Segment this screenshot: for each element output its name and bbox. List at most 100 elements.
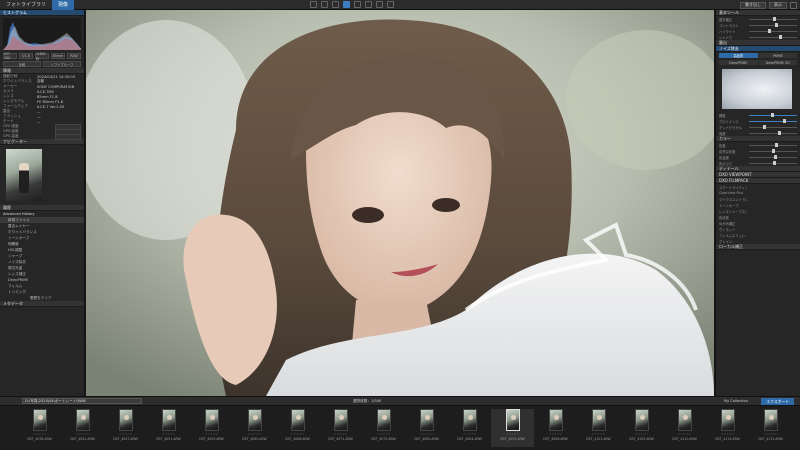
slider-knob[interactable] — [772, 149, 776, 153]
tab-develop[interactable]: 現像 — [52, 0, 75, 10]
film-thumbnail[interactable]: ☆☆☆☆☆ DST_4092.ARW — [491, 409, 534, 447]
brush-tool-icon[interactable] — [343, 1, 350, 8]
film-image — [720, 409, 735, 431]
format-button[interactable]: RAW — [67, 53, 81, 59]
collection-label[interactable]: My Collection — [724, 399, 748, 403]
slider-knob[interactable] — [773, 155, 777, 159]
slider-track[interactable] — [749, 149, 797, 153]
navigator-thumbnail[interactable] — [6, 149, 42, 201]
slider-track[interactable] — [749, 161, 797, 165]
rating-stars[interactable]: ☆☆☆☆☆ — [420, 432, 433, 436]
rating-stars[interactable]: ☆☆☆☆☆ — [248, 432, 261, 436]
film-thumbnail[interactable]: ☆☆☆☆☆ DST_4114.ARW — [706, 409, 749, 447]
local-adjust-header[interactable]: ローカル補正 — [716, 244, 800, 250]
slider-knob[interactable] — [775, 143, 779, 147]
slider-knob[interactable] — [782, 119, 786, 123]
film-thumbnail[interactable]: ☆☆☆☆☆ DST_4096.ARW — [534, 409, 577, 447]
tool-icons — [310, 1, 394, 8]
film-filename: DST_4060.ARW — [242, 437, 267, 441]
gps-field[interactable] — [55, 133, 81, 140]
aperture-button[interactable]: f/1.8 — [19, 53, 33, 59]
tool-label: マイクロコントラスト — [719, 197, 747, 202]
rating-stars[interactable]: ☆☆☆☆☆ — [635, 432, 648, 436]
slider-knob[interactable] — [770, 113, 774, 117]
film-filename: DST_4110.ARW — [672, 437, 697, 441]
rating-stars[interactable]: ☆☆☆☆☆ — [162, 432, 175, 436]
slider-knob[interactable] — [773, 161, 776, 165]
rating-stars[interactable]: ☆☆☆☆☆ — [76, 432, 89, 436]
denoise-prime-button[interactable]: PRIME — [758, 53, 797, 58]
slider-knob[interactable] — [775, 23, 779, 27]
folder-path[interactable]: D:\写真\2024\04\ポートレート\RAW — [22, 398, 142, 404]
slider-track[interactable] — [749, 143, 797, 147]
rating-stars[interactable]: ☆☆☆☆☆ — [377, 432, 390, 436]
slider-track[interactable] — [749, 113, 797, 117]
film-thumbnail[interactable]: ☆☆☆☆☆ DST_4042.ARW — [61, 409, 104, 447]
rating-stars[interactable]: ☆☆☆☆☆ — [33, 432, 46, 436]
histogram-header[interactable]: ヒストグラム — [0, 10, 84, 16]
gradient-tool-icon[interactable] — [354, 1, 361, 8]
slider-knob[interactable] — [763, 125, 767, 129]
film-thumbnail[interactable]: ☆☆☆☆☆ DST_4066.ARW — [276, 409, 319, 447]
rating-stars[interactable]: ☆☆☆☆☆ — [592, 432, 605, 436]
tab-photo-library[interactable]: フォトライブラリ — [0, 0, 52, 10]
repair-tool-icon[interactable] — [332, 1, 339, 8]
eyedropper-tool-icon[interactable] — [365, 1, 372, 8]
soft-proof-button[interactable]: ソフトプルーフ — [43, 61, 81, 67]
slider-track[interactable] — [749, 131, 797, 135]
iso-button[interactable]: ISO 100 — [3, 52, 17, 60]
zoom-tool-icon[interactable] — [387, 1, 394, 8]
film-thumbnail[interactable]: ☆☆☆☆☆ DST_4071.ARW — [319, 409, 362, 447]
rating-stars[interactable]: ☆☆☆☆☆ — [463, 432, 476, 436]
slider-track[interactable] — [749, 35, 797, 39]
film-thumbnail[interactable]: ☆☆☆☆☆ DST_4119.ARW — [749, 409, 792, 447]
slider-knob[interactable] — [777, 131, 781, 135]
film-thumbnail[interactable]: ☆☆☆☆☆ DST_4075.ARW — [362, 409, 405, 447]
rating-stars[interactable]: ☆☆☆☆☆ — [506, 432, 519, 436]
rating-stars[interactable]: ☆☆☆☆☆ — [764, 432, 777, 436]
slider-track[interactable] — [749, 29, 797, 33]
denoise-deepprime-xd-button[interactable]: DeepPRIME XD — [758, 60, 797, 65]
rating-stars[interactable]: ☆☆☆☆☆ — [291, 432, 304, 436]
focal-button[interactable]: 85mm — [51, 53, 65, 59]
rating-stars[interactable]: ☆☆☆☆☆ — [334, 432, 347, 436]
film-thumbnail[interactable]: ☆☆☆☆☆ DST_4101.ARW — [577, 409, 620, 447]
rotate-tool-icon[interactable] — [321, 1, 328, 8]
crop-tool-icon[interactable] — [310, 1, 317, 8]
rating-stars[interactable]: ☆☆☆☆☆ — [721, 432, 734, 436]
slider-knob[interactable] — [778, 35, 782, 39]
compare-tool-icon[interactable] — [376, 1, 383, 8]
export-button[interactable]: エクスポート — [761, 398, 794, 405]
denoise-deepprime-button[interactable]: DeepPRIME — [719, 60, 758, 65]
settings-icon[interactable] — [790, 1, 797, 9]
slider-track[interactable] — [749, 125, 797, 129]
film-thumbnail[interactable]: ☆☆☆☆☆ DST_4084.ARW — [448, 409, 491, 447]
slider-track[interactable] — [749, 17, 797, 21]
film-thumbnail[interactable]: ☆☆☆☆☆ DST_4038.ARW — [18, 409, 61, 447]
slider-knob[interactable] — [768, 29, 772, 33]
slider-track[interactable] — [749, 23, 797, 27]
film-thumbnail[interactable]: ☆☆☆☆☆ DST_4110.ARW — [663, 409, 706, 447]
rating-stars[interactable]: ☆☆☆☆☆ — [205, 432, 218, 436]
slider-track[interactable] — [749, 119, 797, 123]
film-thumbnail[interactable]: ☆☆☆☆☆ DST_4051.ARW — [147, 409, 190, 447]
rating-stars[interactable]: ☆☆☆☆☆ — [549, 432, 562, 436]
view-button[interactable]: 表示 — [769, 1, 787, 9]
slider-knob[interactable] — [773, 17, 776, 21]
rating-stars[interactable]: ☆☆☆☆☆ — [678, 432, 691, 436]
film-thumbnail[interactable]: ☆☆☆☆☆ DST_4060.ARW — [233, 409, 276, 447]
tool-label: トーンカーブ — [719, 203, 739, 208]
shutter-button[interactable]: 1/400秒 — [35, 52, 49, 61]
rating-stars[interactable]: ☆☆☆☆☆ — [119, 432, 132, 436]
film-thumbnail[interactable]: ☆☆☆☆☆ DST_4080.ARW — [405, 409, 448, 447]
film-thumbnail[interactable]: ☆☆☆☆☆ DST_4047.ARW — [104, 409, 147, 447]
slider-track[interactable] — [749, 155, 797, 159]
film-thumbnail[interactable]: ☆☆☆☆☆ DST_4055.ARW — [190, 409, 233, 447]
image-viewer[interactable] — [86, 10, 714, 396]
film-thumbnail[interactable]: ☆☆☆☆☆ DST_4105.ARW — [620, 409, 663, 447]
metadata-header[interactable]: メタデータ — [0, 301, 84, 307]
denoise-hq-button[interactable]: 高品質 — [719, 53, 758, 58]
navigator-header[interactable]: ナビゲーター — [0, 139, 84, 145]
export-top-button[interactable]: 書き出し — [740, 1, 766, 9]
compare-button[interactable]: 比較 — [3, 61, 41, 67]
